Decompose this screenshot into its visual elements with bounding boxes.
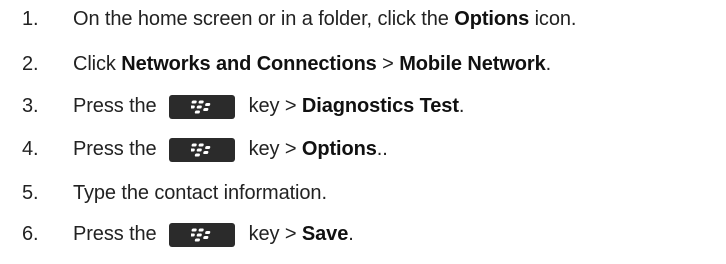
step-text-segment: .: [545, 52, 552, 75]
blackberry-menu-key-icon: [168, 95, 235, 119]
step-5: 5. Type the contact information.: [0, 175, 327, 211]
ui-term-networks-and-connections: Networks and Connections: [121, 52, 377, 75]
step-text-segment: .: [348, 222, 354, 245]
step-2: 2. Click Networks and Connections > Mobi…: [0, 46, 551, 82]
step-number: 6.: [22, 222, 39, 245]
step-text-segment: icon.: [529, 7, 577, 30]
step-text: On the home screen or in a folder, click…: [73, 8, 576, 31]
blackberry-menu-key-icon: [168, 223, 235, 247]
step-text-segment: ..: [376, 137, 388, 160]
ui-term-diagnostics-test: Diagnostics Test: [301, 94, 459, 117]
step-text: Click Networks and Connections > Mobile …: [73, 53, 551, 76]
step-number: 1.: [22, 7, 39, 30]
ui-term-mobile-network: Mobile Network: [399, 52, 546, 75]
blackberry-logo-icon: [190, 228, 210, 242]
step-text-segment: Click: [73, 52, 122, 75]
step-text-segment: key >: [248, 94, 302, 117]
ui-term-options: Options: [454, 7, 530, 30]
blackberry-logo-icon: [190, 100, 210, 114]
blackberry-menu-key-icon: [168, 138, 235, 162]
step-text: Press the key > Save.: [73, 222, 354, 247]
step-text-segment: On the home screen or in a folder, click…: [73, 7, 455, 30]
step-6: 6. Press the key > Save.: [0, 216, 354, 252]
ui-term-save: Save: [301, 222, 349, 245]
instruction-steps: 1. On the home screen or in a folder, cl…: [0, 0, 726, 264]
step-4: 4. Press the key > Options..: [0, 131, 388, 167]
step-text-segment: Press the: [73, 94, 157, 117]
step-3: 3. Press the key > Diagnostics Test.: [0, 88, 464, 124]
step-text-segment: >: [376, 52, 400, 75]
step-text-segment: key >: [248, 222, 302, 245]
step-text: Press the key > Options..: [73, 137, 388, 162]
step-text-segment: Press the: [73, 137, 157, 160]
step-text-segment: Press the: [73, 222, 157, 245]
step-number: 4.: [22, 137, 39, 160]
step-number: 5.: [22, 181, 39, 204]
step-text-segment: .: [458, 94, 465, 117]
step-text: Type the contact information.: [73, 182, 327, 205]
step-number: 3.: [22, 94, 39, 117]
step-text-segment: key >: [248, 137, 302, 160]
step-number: 2.: [22, 52, 39, 75]
ui-term-options: Options: [301, 137, 377, 160]
step-1: 1. On the home screen or in a folder, cl…: [0, 1, 576, 37]
step-text: Press the key > Diagnostics Test.: [73, 94, 465, 119]
blackberry-logo-icon: [190, 143, 210, 157]
step-text-segment: Type the contact information.: [73, 181, 327, 204]
